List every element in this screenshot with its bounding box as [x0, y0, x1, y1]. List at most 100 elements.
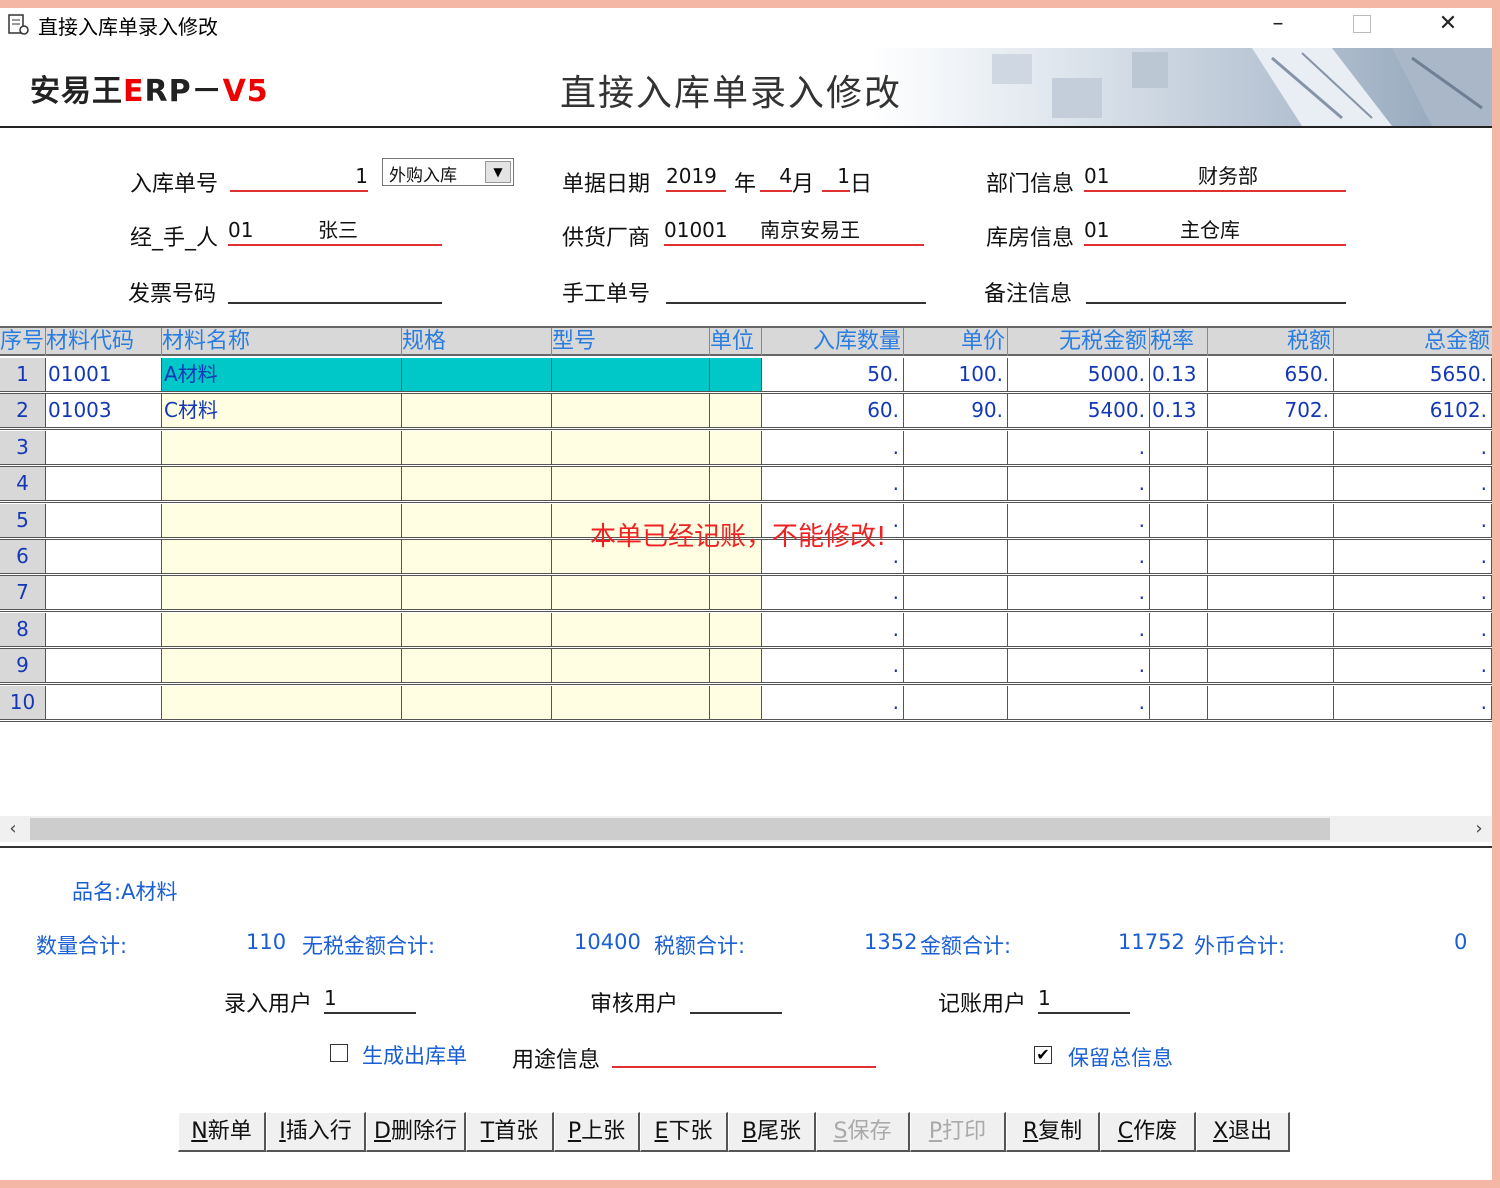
cell-net[interactable]: .	[1008, 430, 1150, 464]
year-field[interactable]: 2019	[666, 162, 726, 192]
cell-name[interactable]: C材料	[162, 394, 402, 428]
col-header[interactable]: 规格	[402, 328, 552, 356]
cell-rate[interactable]	[1150, 649, 1208, 683]
table-row[interactable]: 10...	[0, 685, 1492, 722]
cell-name[interactable]	[162, 467, 402, 501]
cell-qty[interactable]: 60.	[762, 394, 904, 428]
cell-code[interactable]	[46, 685, 162, 719]
cell-price[interactable]	[904, 467, 1008, 501]
maximize-button[interactable]	[1332, 8, 1392, 42]
cell-unit[interactable]	[710, 649, 762, 683]
cell-net[interactable]: 5000.	[1008, 358, 1150, 391]
cell-spec[interactable]	[402, 649, 552, 683]
supplier-field[interactable]: 01001 南京安易王	[664, 216, 924, 246]
cell-tax[interactable]	[1208, 649, 1334, 683]
cell-total[interactable]: .	[1334, 540, 1492, 573]
last-button[interactable]: B尾张	[728, 1112, 816, 1152]
cell-name[interactable]	[162, 540, 402, 573]
table-row[interactable]: 2 01003 C材料 60. 90. 5400. 0.13 702. 6102.	[0, 394, 1492, 431]
cell-net[interactable]: .	[1008, 685, 1150, 719]
cell-code[interactable]	[46, 612, 162, 646]
cell-spec[interactable]	[402, 394, 552, 428]
cell-tax[interactable]	[1208, 612, 1334, 646]
cell-price[interactable]	[904, 612, 1008, 646]
cell-spec[interactable]	[402, 540, 552, 573]
gen-out-checkbox[interactable]	[330, 1044, 348, 1062]
cell-net[interactable]: .	[1008, 649, 1150, 683]
cell-unit[interactable]	[710, 685, 762, 719]
cell-code[interactable]	[46, 467, 162, 501]
chevron-down-icon[interactable]: ▼	[485, 161, 511, 183]
receipt-type-select[interactable]: 外购入库 ▼	[382, 158, 514, 186]
cell-name[interactable]	[162, 503, 402, 537]
copy-button[interactable]: R复制	[1006, 1112, 1100, 1152]
table-row[interactable]: 1 01001 A材料 50. 100. 5000. 0.13 650. 5650.	[0, 358, 1492, 394]
cell-qty[interactable]: .	[762, 430, 904, 464]
cell-unit[interactable]	[710, 430, 762, 464]
cell-rate[interactable]	[1150, 503, 1208, 537]
cell-model[interactable]	[552, 576, 710, 610]
horizontal-scrollbar[interactable]: ‹ ›	[0, 816, 1492, 842]
cell-code[interactable]	[46, 540, 162, 573]
cell-unit[interactable]	[710, 394, 762, 428]
cell-tax[interactable]	[1208, 467, 1334, 501]
print-button[interactable]: P打印	[910, 1112, 1006, 1152]
purpose-field[interactable]	[612, 1038, 876, 1068]
col-header[interactable]: 材料代码	[46, 328, 162, 356]
table-row[interactable]: 9...	[0, 649, 1492, 686]
col-header[interactable]: 单价	[904, 328, 1008, 356]
cell-model[interactable]	[552, 467, 710, 501]
dept-field[interactable]: 01 财务部	[1084, 162, 1346, 192]
cell-name[interactable]	[162, 649, 402, 683]
cell-net[interactable]: .	[1008, 576, 1150, 610]
cell-tax[interactable]: 650.	[1208, 358, 1334, 391]
cell-name[interactable]	[162, 576, 402, 610]
delete-row-button[interactable]: D删除行	[366, 1112, 466, 1152]
cell-unit[interactable]	[710, 467, 762, 501]
table-row[interactable]: 8...	[0, 612, 1492, 649]
cell-unit[interactable]	[710, 576, 762, 610]
prev-button[interactable]: P上张	[554, 1112, 640, 1152]
cell-price[interactable]: 100.	[904, 358, 1008, 391]
cell-model[interactable]	[552, 358, 710, 391]
cell-code[interactable]: 01001	[46, 358, 162, 391]
col-header[interactable]: 税率	[1150, 328, 1208, 356]
cell-rate[interactable]	[1150, 467, 1208, 501]
cell-rate[interactable]: 0.13	[1150, 394, 1208, 428]
table-row[interactable]: 3...	[0, 430, 1492, 467]
col-header[interactable]: 序号	[0, 328, 46, 356]
cell-tax[interactable]: 702.	[1208, 394, 1334, 428]
cell-total[interactable]: .	[1334, 467, 1492, 501]
col-header[interactable]: 单位	[710, 328, 762, 356]
cell-total[interactable]: .	[1334, 430, 1492, 464]
cell-price[interactable]	[904, 576, 1008, 610]
cell-rate[interactable]	[1150, 576, 1208, 610]
cell-name[interactable]	[162, 430, 402, 464]
scrollbar-thumb[interactable]	[30, 818, 1330, 840]
keep-total-checkbox[interactable]: ✔	[1034, 1046, 1052, 1064]
col-header[interactable]: 型号	[552, 328, 710, 356]
cell-rate[interactable]	[1150, 540, 1208, 573]
cell-total[interactable]: .	[1334, 576, 1492, 610]
cell-qty[interactable]: .	[762, 576, 904, 610]
cell-code[interactable]	[46, 430, 162, 464]
cell-qty[interactable]: .	[762, 649, 904, 683]
cell-price[interactable]	[904, 503, 1008, 537]
cell-price[interactable]	[904, 649, 1008, 683]
invoice-field[interactable]	[228, 274, 442, 304]
item-grid[interactable]: 序号 材料代码 材料名称 规格 型号 单位 入库数量 单价 无税金额 税率 税额…	[0, 326, 1492, 722]
cell-model[interactable]	[552, 430, 710, 464]
month-field[interactable]: 4	[760, 162, 792, 192]
cell-unit[interactable]	[710, 358, 762, 391]
cell-qty[interactable]: .	[762, 612, 904, 646]
cell-code[interactable]	[46, 576, 162, 610]
cell-spec[interactable]	[402, 685, 552, 719]
warehouse-field[interactable]: 01 主仓库	[1084, 216, 1346, 246]
cell-spec[interactable]	[402, 612, 552, 646]
cell-net[interactable]: 5400.	[1008, 394, 1150, 428]
cell-name[interactable]	[162, 685, 402, 719]
table-row[interactable]: 4...	[0, 467, 1492, 504]
col-header[interactable]: 税额	[1208, 328, 1334, 356]
cell-price[interactable]	[904, 685, 1008, 719]
col-header[interactable]: 总金额	[1334, 328, 1492, 356]
